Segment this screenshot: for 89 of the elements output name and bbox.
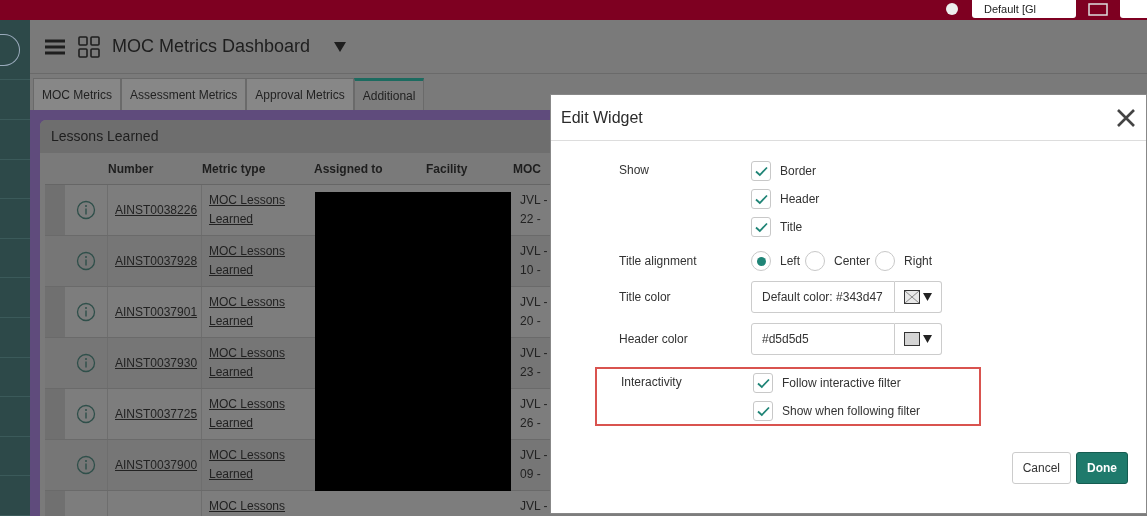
record-link[interactable]: AINST0037930	[115, 354, 198, 372]
checkmark-icon	[754, 165, 768, 177]
metric-type-link[interactable]: MOC Lessons	[209, 497, 286, 516]
record-link[interactable]: AINST0037900	[115, 456, 198, 474]
table-cell-text: JVL -	[520, 243, 549, 260]
metric-type-link[interactable]: Learned	[209, 414, 254, 433]
field-label: Show	[619, 162, 651, 179]
checkmark-icon	[756, 377, 770, 389]
metric-type-link[interactable]: MOC Lessons	[209, 293, 286, 312]
tab[interactable]: MOC Metrics	[33, 78, 121, 110]
checkmark-icon	[754, 221, 768, 233]
field-label: Title alignment	[619, 253, 698, 270]
table-cell-text: JVL -	[520, 447, 549, 464]
table-cell-text: 10 -	[520, 262, 542, 279]
checkbox[interactable]	[753, 373, 773, 393]
tab[interactable]: Assessment Metrics	[121, 78, 247, 110]
metric-type-link[interactable]: MOC Lessons	[209, 242, 286, 261]
column-header[interactable]: MOC	[513, 161, 541, 176]
radio-label: Center	[834, 253, 871, 270]
table-cell-text: JVL -	[520, 345, 549, 362]
table-cell-text: 23 -	[520, 364, 542, 381]
metric-type-link[interactable]: Learned	[209, 465, 254, 484]
metric-type-link[interactable]: Learned	[209, 312, 254, 331]
table-cell-text: JVL -	[520, 294, 549, 311]
metric-type-link[interactable]: Learned	[209, 363, 254, 382]
record-link[interactable]: AINST0038226	[115, 201, 198, 219]
widget-title: Lessons Learned	[51, 127, 159, 146]
metric-type-link[interactable]: MOC Lessons	[209, 395, 286, 414]
info-icon[interactable]	[76, 302, 96, 322]
color-input-field[interactable]: Default color: #343d47	[751, 281, 895, 313]
record-link[interactable]: AINST0037901	[115, 303, 198, 321]
record-link[interactable]: AINST0037725	[115, 405, 198, 423]
field-label: Interactivity	[621, 374, 683, 391]
checkmark-icon	[756, 405, 770, 417]
column-header[interactable]: Assigned to	[314, 161, 383, 176]
table-cell-text: 22 -	[520, 211, 542, 228]
info-icon[interactable]	[76, 455, 96, 475]
metric-type-link[interactable]: MOC Lessons	[209, 446, 286, 465]
info-icon[interactable]	[76, 353, 96, 373]
record-link[interactable]: AINST0037928	[115, 252, 198, 270]
checkmark-icon	[754, 193, 768, 205]
radio-label: Left	[780, 253, 800, 270]
info-icon[interactable]	[76, 251, 96, 271]
metric-type-link[interactable]: Learned	[209, 261, 254, 280]
caret-icon	[923, 335, 932, 343]
close-icon[interactable]	[1116, 107, 1136, 128]
checkbox-label: Show when following filter	[782, 403, 921, 420]
scope-dropdown[interactable]: Default [Gl	[972, 0, 1076, 18]
radio-label: Right	[904, 253, 933, 270]
column-header[interactable]: Metric type	[202, 161, 266, 176]
color-picker-button[interactable]	[895, 281, 942, 313]
metric-type-link[interactable]: Learned	[209, 210, 254, 229]
checkbox-label: Border	[780, 163, 817, 180]
field-label: Title color	[619, 289, 672, 306]
info-icon[interactable]	[76, 404, 96, 424]
column-header[interactable]: Facility	[426, 161, 468, 176]
checkbox[interactable]	[751, 217, 771, 237]
table-cell-text: 20 -	[520, 313, 542, 330]
tab[interactable]: Approval Metrics	[246, 78, 354, 110]
table-cell-text: 09 -	[520, 466, 542, 483]
info-icon[interactable]	[76, 200, 96, 220]
color-input-field[interactable]: #d5d5d5	[751, 323, 895, 355]
metric-type-link[interactable]: MOC Lessons	[209, 344, 286, 363]
caret-icon	[923, 293, 932, 301]
column-header[interactable]: Number	[108, 161, 154, 176]
table-cell-text: JVL -	[520, 498, 549, 515]
color-swatch-icon	[904, 332, 920, 346]
checkbox-label: Title	[780, 219, 803, 236]
checkbox-label: Follow interactive filter	[782, 375, 901, 392]
menu-icon[interactable]	[44, 37, 66, 56]
checkbox[interactable]	[753, 401, 773, 421]
tab[interactable]: Additional	[353, 78, 425, 110]
table-cell-text: JVL -	[520, 396, 549, 413]
dashboard-title: MOC Metrics Dashboard	[112, 35, 311, 58]
grid-icon[interactable]	[78, 35, 100, 58]
done-button[interactable]: Done	[1076, 452, 1128, 484]
table-cell-text: 26 -	[520, 415, 542, 432]
table-cell-text: JVL -	[520, 192, 549, 209]
no-color-swatch-icon	[904, 290, 920, 304]
metric-type-link[interactable]: MOC Lessons	[209, 191, 286, 210]
window-icon[interactable]	[1088, 3, 1108, 17]
color-picker-button[interactable]	[895, 323, 942, 355]
cancel-button[interactable]: Cancel	[1011, 452, 1071, 484]
field-label: Header color	[619, 331, 689, 348]
dropdown-caret-icon[interactable]	[334, 41, 347, 52]
checkbox-label: Header	[780, 191, 820, 208]
checkbox[interactable]	[751, 189, 771, 209]
checkbox[interactable]	[751, 161, 771, 181]
dialog-title: Edit Widget	[561, 107, 643, 128]
